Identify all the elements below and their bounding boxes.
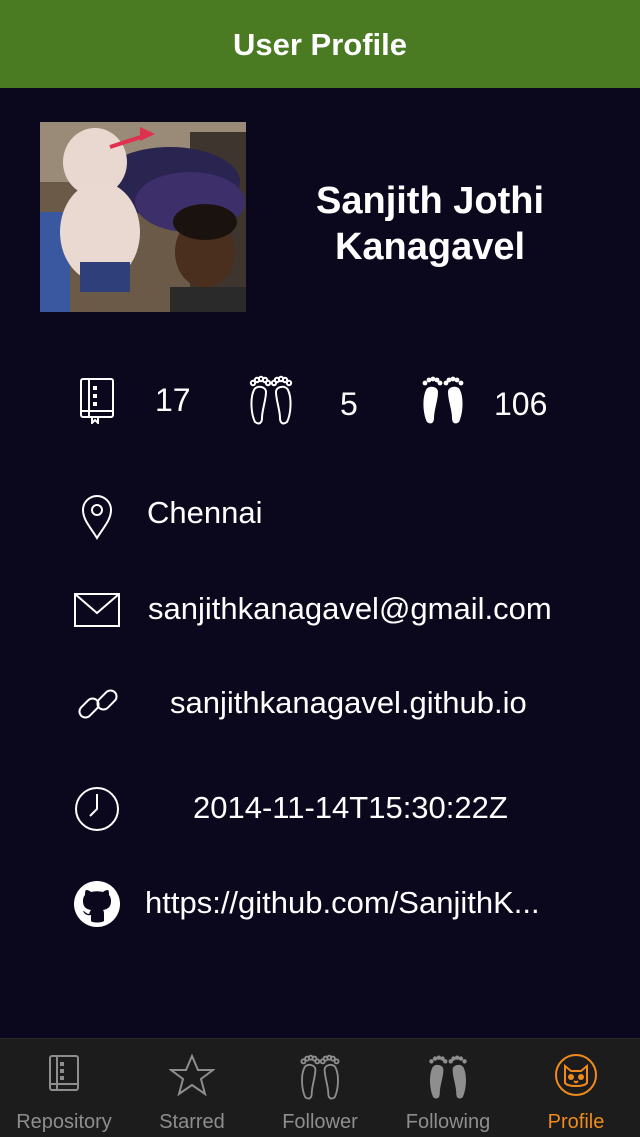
tab-label: Starred	[159, 1111, 225, 1133]
location-text: Chennai	[147, 495, 263, 530]
tab-follower[interactable]: Follower	[256, 1039, 384, 1137]
followers-count: 5	[340, 386, 358, 422]
tab-repository[interactable]: Repository	[0, 1039, 128, 1137]
tab-following[interactable]: Following	[384, 1039, 512, 1137]
nav-bar: User Profile	[0, 0, 640, 88]
location-icon	[80, 494, 114, 545]
page-title: User Profile	[232, 27, 407, 62]
tab-starred[interactable]: Starred	[128, 1039, 256, 1137]
github-url-link[interactable]: https://github.com/SanjithK...	[145, 885, 540, 921]
email-link[interactable]: sanjithkanagavel@gmail.com	[148, 591, 552, 627]
profile-name: Sanjith Jothi Kanagavel	[270, 178, 590, 270]
repos-count: 17	[155, 382, 191, 418]
repository-icon	[47, 1053, 81, 1102]
tab-label: Profile	[547, 1111, 605, 1133]
cat-icon	[554, 1053, 598, 1102]
github-icon	[74, 881, 120, 932]
tab-label: Repository	[16, 1111, 112, 1133]
tab-label: Following	[405, 1111, 491, 1133]
avatar	[40, 122, 246, 312]
tab-profile[interactable]: Profile	[512, 1039, 640, 1137]
following-feet-icon	[418, 374, 468, 431]
follower-feet-icon	[297, 1053, 343, 1106]
link-icon	[74, 680, 122, 733]
follower-feet-icon	[246, 374, 296, 431]
repository-icon	[78, 376, 116, 429]
tab-label: Follower	[282, 1111, 358, 1133]
profile-name-line1: Sanjith Jothi	[316, 180, 544, 222]
created-at-text: 2014-11-14T15:30:22Z	[193, 790, 508, 825]
following-count: 106	[494, 386, 548, 422]
tab-bar: Repository Starred Follower Following Pr…	[0, 1038, 640, 1137]
blog-link[interactable]: sanjithkanagavel.github.io	[170, 685, 527, 721]
following-feet-icon	[425, 1053, 471, 1106]
email-icon	[74, 593, 120, 632]
profile-name-line2: Kanagavel	[334, 226, 526, 268]
clock-icon	[74, 786, 120, 837]
star-icon	[168, 1053, 216, 1102]
